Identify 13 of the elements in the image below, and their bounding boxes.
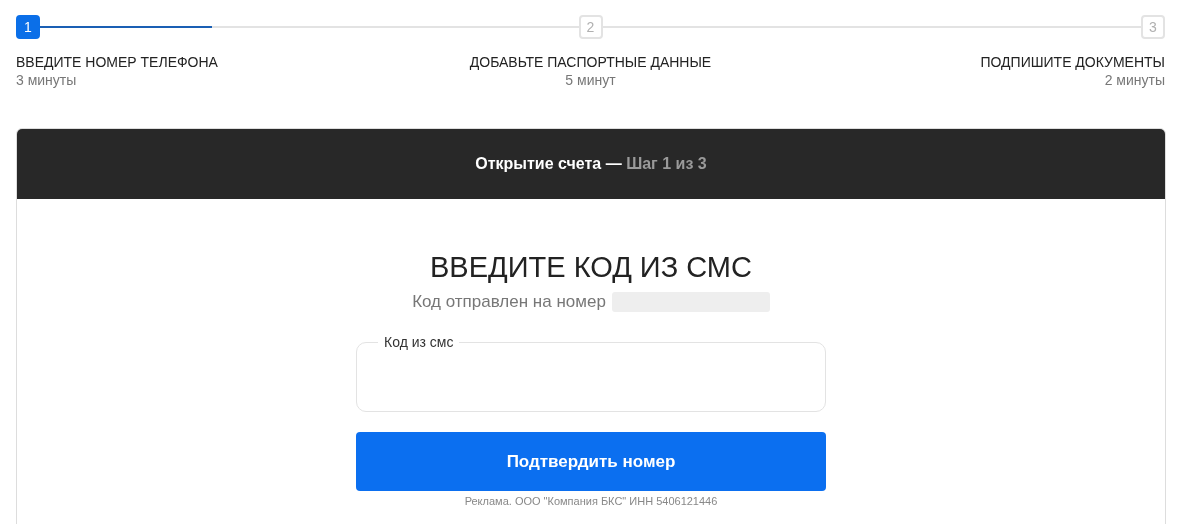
header-title: Открытие счета — bbox=[475, 155, 623, 173]
step-number[interactable]: 1 bbox=[16, 15, 40, 39]
step-title: ВВЕДИТЕ НОМЕР ТЕЛЕФОНА bbox=[16, 54, 218, 70]
step-title: ДОБАВЬТЕ ПАСПОРТНЫЕ ДАННЫЕ bbox=[469, 54, 712, 70]
confirm-button[interactable]: Подтвердить номер bbox=[356, 432, 826, 491]
ad-notice: Реклама. ООО "Компания БКС" ИНН 5406121446 bbox=[464, 495, 718, 507]
step-duration: 3 минуты bbox=[16, 72, 77, 88]
header-step: Шаг 1 из 3 bbox=[626, 155, 707, 173]
step-duration: 2 минуты bbox=[1104, 72, 1165, 88]
step-duration: 5 минут bbox=[565, 72, 616, 88]
step-title: ПОДПИШИТЕ ДОКУМЕНТЫ bbox=[980, 54, 1165, 70]
form-subtitle: Код отправлен на номер bbox=[412, 292, 606, 312]
form-title: ВВЕДИТЕ КОД ИЗ СМС bbox=[430, 251, 752, 284]
